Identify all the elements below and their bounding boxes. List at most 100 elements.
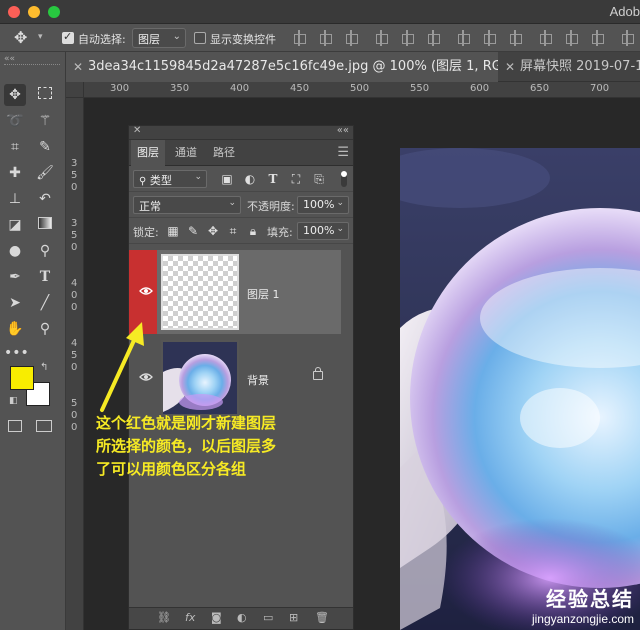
move-tool-preset-icon[interactable]: ✥ (14, 28, 27, 47)
lock-icon (313, 367, 323, 380)
distribute-right-icon[interactable] (590, 30, 604, 46)
blend-mode-select[interactable]: 正常 ⌄ (133, 196, 241, 214)
magic-wand-tool-icon[interactable]: ⚚ (34, 110, 56, 132)
type-tool-icon[interactable]: T (34, 266, 56, 288)
more-tools-icon[interactable]: ••• (4, 342, 29, 364)
align-left-icon[interactable] (374, 30, 388, 46)
align-vertical-center-icon[interactable] (318, 30, 332, 46)
close-tab-icon[interactable]: ✕ (73, 52, 83, 82)
layer-row-layer-1[interactable]: 图层 1 (129, 250, 341, 334)
move-tool-icon[interactable]: ✥ (4, 84, 26, 106)
marquee-tool-icon[interactable] (34, 84, 56, 106)
fx-icon[interactable]: fx (185, 611, 195, 624)
filter-smart-object-icon[interactable]: ⎘ (311, 171, 327, 187)
pen-tool-icon[interactable]: ✒ (4, 266, 26, 288)
trash-icon[interactable]: 🗑︎ (315, 611, 329, 624)
lasso-tool-icon[interactable]: ➰ (4, 110, 26, 132)
mask-icon[interactable]: ◙ (211, 611, 222, 624)
panel-collapse-icon[interactable]: «« (4, 54, 15, 64)
lock-artboard-icon[interactable]: ⌗ (225, 223, 241, 239)
auto-select-target-select[interactable]: 图层 ⌄ (132, 28, 186, 48)
eraser-tool-icon[interactable]: ◪ (4, 214, 26, 236)
panel-menu-icon[interactable]: ☰ (337, 145, 349, 160)
tab-screenshot-document[interactable]: ✕ 屏幕快照 2019-07-17 (498, 52, 640, 82)
tab-active-document[interactable]: ✕ 3dea34c1159845d2a47287e5c16fc49e.jpg @… (66, 52, 498, 82)
tab-paths[interactable]: 路径 (207, 140, 241, 166)
link-icon[interactable]: ⛓ (157, 611, 171, 624)
show-transform-checkbox[interactable] (194, 32, 206, 44)
filter-adjustment-icon[interactable]: ◐ (242, 171, 258, 187)
visibility-eye-icon[interactable] (139, 286, 153, 296)
align-top-icon[interactable] (292, 30, 306, 46)
close-panel-icon[interactable]: ✕ (133, 125, 141, 136)
distribute-left-icon[interactable] (538, 30, 552, 46)
crop-tool-icon[interactable]: ⌗ (4, 136, 26, 158)
screen-mode-icon[interactable] (36, 420, 52, 432)
new-layer-icon[interactable]: ⊞ (289, 611, 298, 624)
quick-mask-icon[interactable] (8, 420, 22, 432)
line-tool-icon[interactable]: ╱ (34, 292, 56, 314)
panel-tabs: 图层 通道 路径 ☰ (129, 140, 353, 166)
fill-field[interactable]: 100% ⌄ (297, 222, 349, 240)
filter-type-icon[interactable]: T (265, 171, 281, 187)
lock-transparent-icon[interactable]: ▦ (165, 223, 181, 239)
ruler-origin[interactable] (66, 82, 84, 98)
ruler-tick-label: 0 (71, 242, 78, 253)
ruler-tick-label: 0 (71, 290, 78, 301)
ruler-tick-label: 450 (290, 83, 310, 94)
tab-channels[interactable]: 通道 (169, 140, 203, 166)
gradient-tool-icon[interactable] (34, 214, 56, 236)
brush-tool-icon[interactable]: 🖌 (34, 162, 56, 184)
opacity-field[interactable]: 100% ⌄ (297, 196, 349, 214)
distribute-bottom-icon[interactable] (508, 30, 522, 46)
healing-brush-tool-icon[interactable]: ✚ (4, 162, 26, 184)
collapse-panel-icon[interactable]: «« (337, 125, 349, 136)
path-selection-tool-icon[interactable]: ➤ (4, 292, 26, 314)
swap-colors-icon[interactable]: ↰ (40, 362, 48, 373)
layer-row-background[interactable]: 背景 (129, 336, 341, 420)
distribute-vcenter-icon[interactable] (482, 30, 496, 46)
panel-header: ✕ «« (129, 125, 353, 140)
lock-position-icon[interactable]: ✥ (205, 223, 221, 239)
hand-tool-icon[interactable]: ✋ (4, 318, 26, 340)
show-transform-label: 显示变换控件 (210, 33, 276, 46)
blur-tool-icon[interactable]: ● (4, 240, 26, 262)
align-horizontal-center-icon[interactable] (400, 30, 414, 46)
zoom-window-button[interactable] (48, 6, 60, 18)
history-brush-tool-icon[interactable]: ↶ (34, 188, 56, 210)
distribute-hcenter-icon[interactable] (564, 30, 578, 46)
close-tab-icon[interactable]: ✕ (505, 52, 515, 82)
clone-stamp-tool-icon[interactable]: ⊥ (4, 188, 26, 210)
search-icon: ⚲ (139, 176, 147, 187)
preset-dropdown-icon[interactable]: ▾ (38, 32, 43, 42)
folder-icon[interactable]: ▭ (263, 611, 273, 624)
annotation-line: 所选择的颜色，以后图层多 (96, 437, 277, 455)
ruler-tick-label: 650 (530, 83, 550, 94)
chevron-down-icon: ⌄ (194, 172, 202, 182)
zoom-tool-icon[interactable]: ⚲ (34, 318, 56, 340)
adjustment-icon[interactable]: ◐ (237, 611, 247, 624)
ruler-tick-label: 0 (71, 422, 78, 433)
align-bottom-icon[interactable] (344, 30, 358, 46)
close-window-button[interactable] (8, 6, 20, 18)
ruler-tick-label: 700 (590, 83, 610, 94)
filter-kind-select[interactable]: ⚲ 类型 ⌄ (133, 170, 207, 188)
opacity-label: 不透明度: (247, 200, 295, 213)
ruler-tick-label: 0 (71, 182, 78, 193)
lock-pixels-icon[interactable]: ✎ (185, 223, 201, 239)
minimize-window-button[interactable] (28, 6, 40, 18)
ruler-horizontal: 300 350 400 450 500 550 600 650 700 (84, 82, 640, 98)
distribute-top-icon[interactable] (456, 30, 470, 46)
foreground-color-swatch[interactable] (10, 366, 34, 390)
default-colors-icon[interactable]: ◧ (9, 396, 18, 406)
tab-layers[interactable]: 图层 (131, 140, 165, 166)
filter-toggle[interactable] (341, 171, 347, 187)
lock-all-icon[interactable]: 🔒︎ (245, 223, 261, 239)
filter-shape-icon[interactable]: ⛶ (288, 171, 304, 187)
auto-align-icon[interactable] (620, 30, 634, 46)
auto-select-checkbox[interactable]: ✓ (62, 30, 74, 44)
dodge-tool-icon[interactable]: ⚲ (34, 240, 56, 262)
filter-pixel-icon[interactable]: ▣ (219, 171, 235, 187)
eyedropper-tool-icon[interactable]: ✎ (34, 136, 56, 158)
align-right-icon[interactable] (426, 30, 440, 46)
